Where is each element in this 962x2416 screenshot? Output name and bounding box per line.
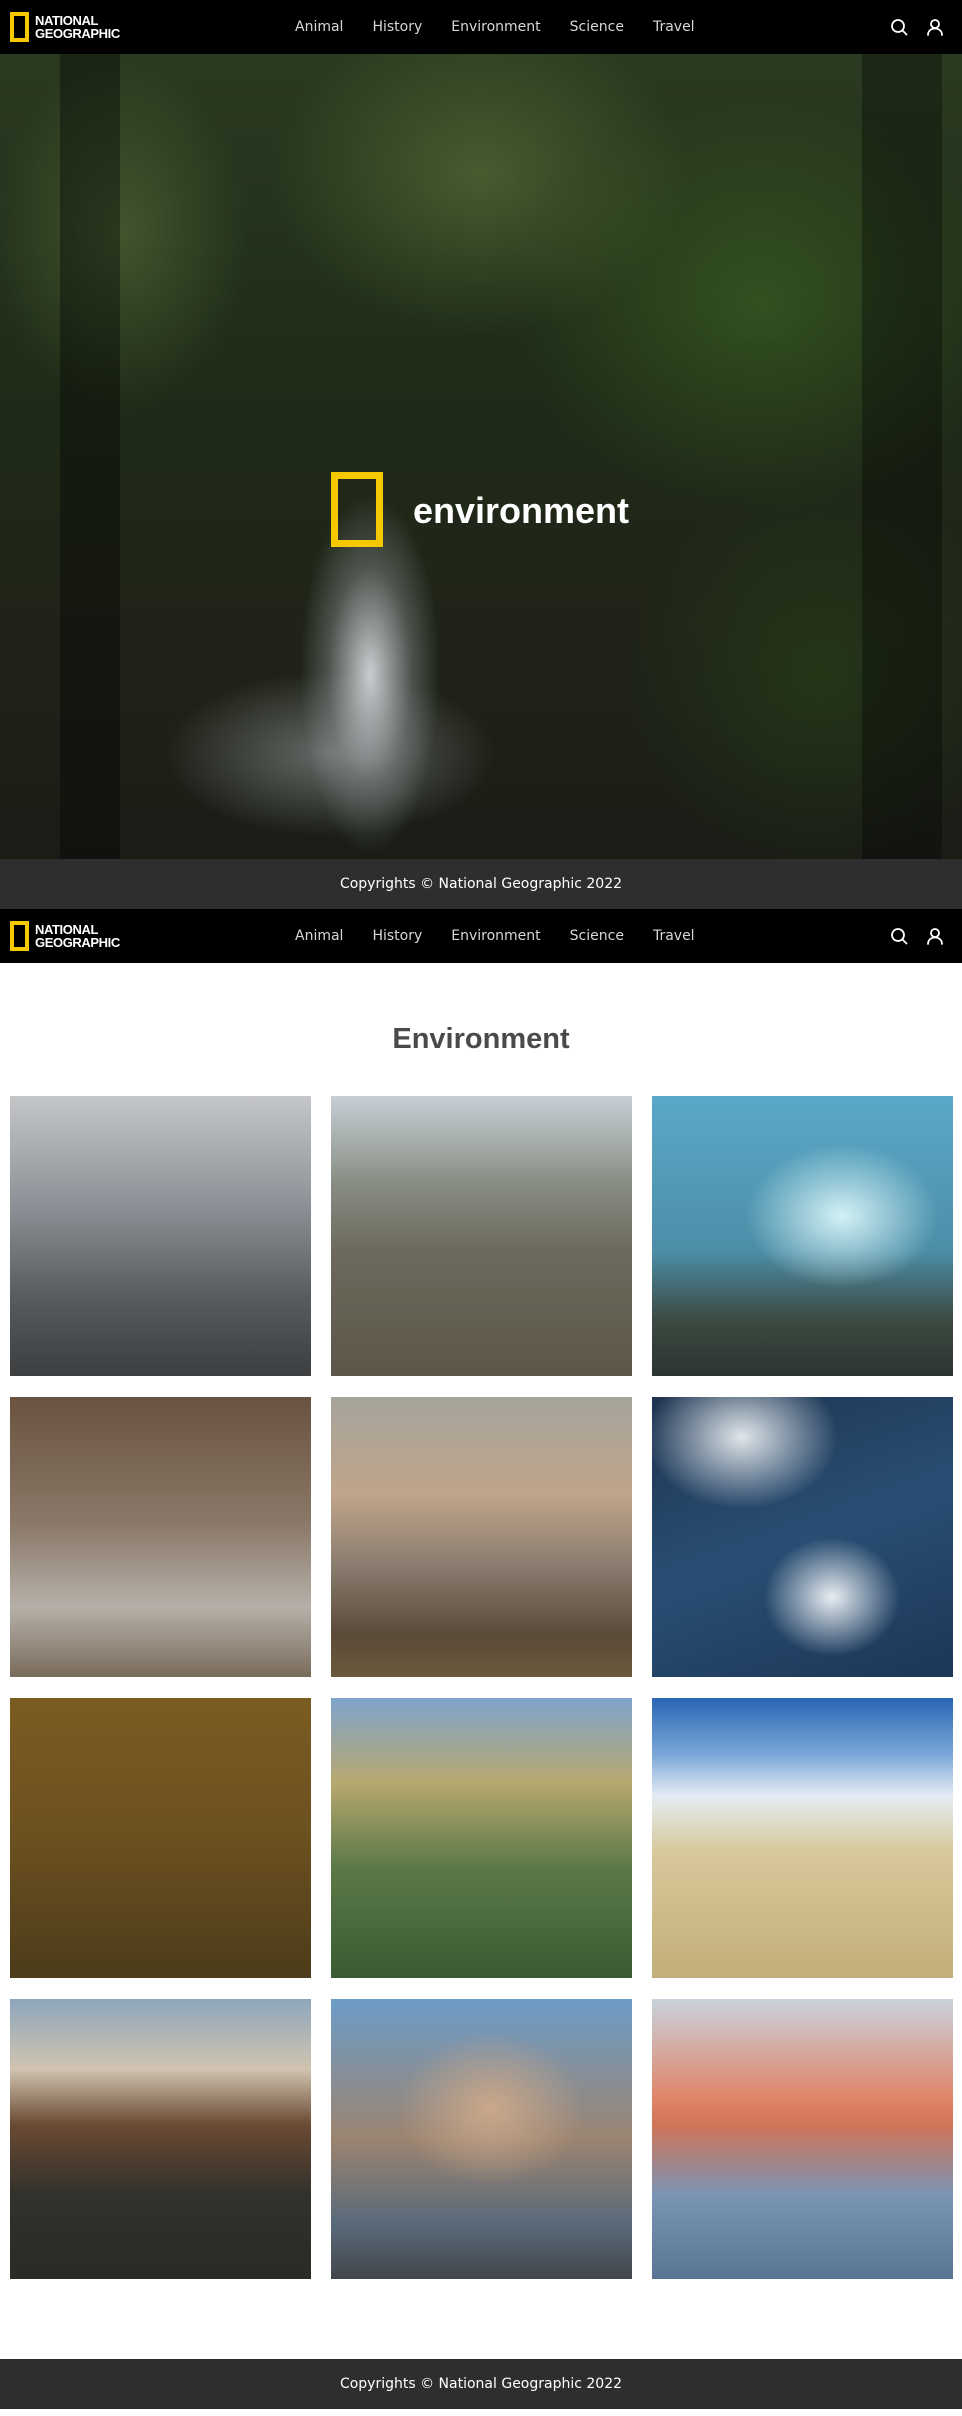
second-navbar: NATIONAL GEOGRAPHIC Animal History Envir… (0, 909, 962, 963)
photo-grid (0, 1096, 962, 2279)
photo-tile-canyon-reservoir[interactable] (10, 1999, 311, 2279)
user-icon[interactable] (926, 18, 944, 36)
nav-link-animal[interactable]: Animal (295, 19, 343, 35)
photo-tile-storm-damaged-home[interactable] (10, 1397, 311, 1677)
nav-link-travel[interactable]: Travel (653, 928, 695, 944)
nav-icons (890, 18, 944, 36)
photo-tile-hurricane-satellite[interactable] (652, 1397, 953, 1677)
photo-tile-fire-truck-smoke[interactable] (331, 1999, 632, 2279)
photo-tile-wildfire-smoke-cloud[interactable] (331, 1397, 632, 1677)
photo-tile-prairie-fence[interactable] (652, 1698, 953, 1978)
photo-tile-flooded-street-rain[interactable] (10, 1096, 311, 1376)
logo-text: NATIONAL GEOGRAPHIC (35, 14, 120, 40)
photo-tile-woman-wading-flood[interactable] (331, 1096, 632, 1376)
nav-link-environment[interactable]: Environment (451, 928, 540, 944)
nav-link-animal[interactable]: Animal (295, 928, 343, 944)
nav-link-science[interactable]: Science (570, 19, 624, 35)
photo-tile-grass-fire[interactable] (652, 1999, 953, 2279)
nav-link-history[interactable]: History (372, 928, 422, 944)
logo-text: NATIONAL GEOGRAPHIC (35, 923, 120, 949)
nav-links-2: Animal History Environment Science Trave… (295, 909, 724, 963)
nav-link-history[interactable]: History (372, 19, 422, 35)
top-navbar: NATIONAL GEOGRAPHIC Animal History Envir… (0, 0, 962, 54)
user-icon[interactable] (926, 927, 944, 945)
logo-line2: GEOGRAPHIC (35, 26, 120, 41)
nav-link-science[interactable]: Science (570, 928, 624, 944)
hero-banner: environment (0, 54, 962, 859)
footer-top: Copyrights © National Geographic 2022 (0, 859, 962, 909)
nav-links: Animal History Environment Science Trave… (295, 0, 724, 54)
photo-tile-city-gardens[interactable] (331, 1698, 632, 1978)
footer-copyright: Copyrights © National Geographic 2022 (339, 2376, 623, 2392)
footer-bottom: Copyrights © National Geographic 2022 (0, 2359, 962, 2409)
footer-copyright: Copyrights © National Geographic 2022 (339, 876, 623, 892)
hero-title: environment (413, 490, 630, 531)
search-icon[interactable] (890, 927, 908, 945)
photo-tile-smoky-forest[interactable] (10, 1698, 311, 1978)
photo-tile-underwater-fish[interactable] (652, 1096, 953, 1376)
natgeo-logo-2[interactable]: NATIONAL GEOGRAPHIC (10, 921, 120, 951)
logo-yellow-frame-icon (10, 921, 29, 951)
nav-icons-2 (890, 927, 944, 945)
hero-yellow-frame-icon (331, 472, 383, 547)
nav-link-travel[interactable]: Travel (653, 19, 695, 35)
natgeo-logo[interactable]: NATIONAL GEOGRAPHIC (10, 12, 120, 42)
nav-link-environment[interactable]: Environment (451, 19, 540, 35)
search-icon[interactable] (890, 18, 908, 36)
logo-line2: GEOGRAPHIC (35, 935, 120, 950)
environment-section: Environment (0, 963, 962, 2359)
logo-yellow-frame-icon (10, 12, 29, 42)
section-title: Environment (392, 1023, 570, 1055)
